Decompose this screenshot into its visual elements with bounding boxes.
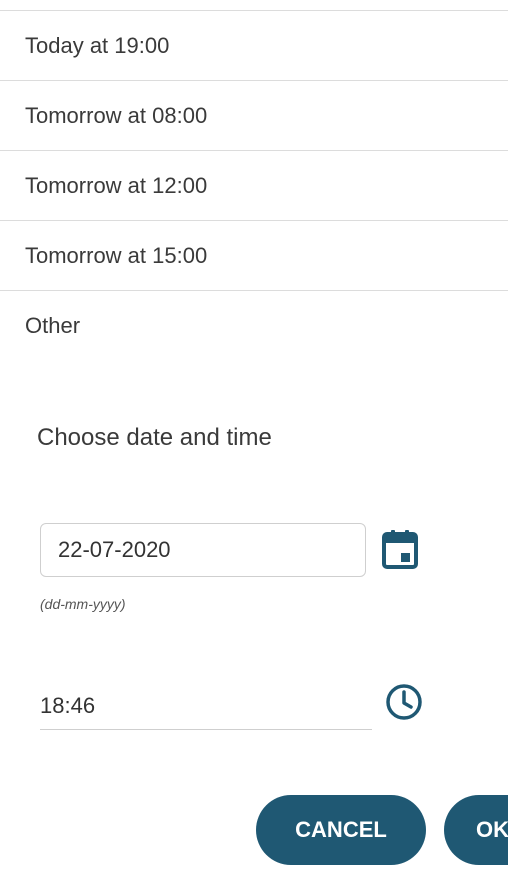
ok-button[interactable]: OK bbox=[444, 795, 508, 865]
date-input[interactable] bbox=[40, 523, 366, 577]
cancel-button[interactable]: CANCEL bbox=[256, 795, 426, 865]
option-label: Tomorrow at 15:00 bbox=[25, 242, 208, 268]
option-tomorrow-1500[interactable]: Tomorrow at 15:00 bbox=[0, 221, 508, 291]
calendar-icon[interactable] bbox=[382, 529, 418, 569]
option-today-1900[interactable]: Today at 19:00 bbox=[0, 11, 508, 81]
clock-icon[interactable] bbox=[384, 682, 424, 722]
option-tomorrow-0800[interactable]: Tomorrow at 08:00 bbox=[0, 81, 508, 151]
option-label: Tomorrow at 12:00 bbox=[25, 172, 208, 198]
option-label: Tomorrow at 08:00 bbox=[25, 102, 208, 128]
date-format-hint: (dd-mm-yyyy) bbox=[40, 596, 126, 612]
reminder-picker-panel: Today at 19:00 Tomorrow at 08:00 Tomorro… bbox=[0, 0, 508, 873]
option-other[interactable]: Other bbox=[0, 291, 508, 360]
choose-date-time-label: Choose date and time bbox=[37, 424, 272, 451]
preset-options-list: Today at 19:00 Tomorrow at 08:00 Tomorro… bbox=[0, 11, 508, 360]
time-input[interactable] bbox=[40, 682, 372, 730]
option-label: Today at 19:00 bbox=[25, 32, 170, 58]
option-label: Other bbox=[25, 312, 81, 338]
option-tomorrow-1200[interactable]: Tomorrow at 12:00 bbox=[0, 151, 508, 221]
